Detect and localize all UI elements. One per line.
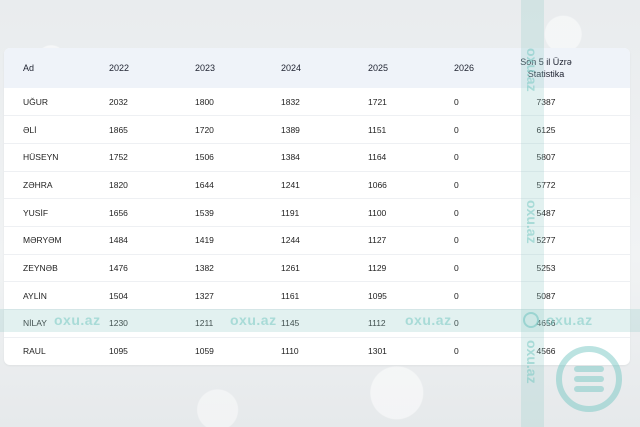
cell-name: UĞUR xyxy=(23,96,49,107)
cell-2022: 1095 xyxy=(109,346,128,357)
watermark-text: oxu.az xyxy=(230,312,277,328)
cell-2022: 1476 xyxy=(109,262,128,273)
cell-2026: 0 xyxy=(454,235,459,246)
cell-2022: 1484 xyxy=(109,235,128,246)
cell-2022: 1865 xyxy=(109,124,128,135)
cell-2023: 1539 xyxy=(195,207,214,218)
cell-2025: 1095 xyxy=(368,290,387,301)
cell-name: HÜSEYN xyxy=(23,152,59,163)
cell-2024: 1384 xyxy=(281,152,300,163)
cell-2025: 1164 xyxy=(368,152,387,163)
cell-2025: 1127 xyxy=(368,235,387,246)
cell-2022: 1504 xyxy=(109,290,128,301)
column-header-2026: 2026 xyxy=(454,63,475,73)
cell-2026: 0 xyxy=(454,207,459,218)
cell-2023: 1059 xyxy=(195,346,214,357)
cell-2026: 0 xyxy=(454,346,459,357)
column-header-name: Ad xyxy=(23,63,35,73)
cell-2025: 1151 xyxy=(368,124,387,135)
watermark-text: oxu.az xyxy=(524,340,540,384)
cell-2024: 1261 xyxy=(281,262,300,273)
cell-name: YUSİF xyxy=(23,207,49,218)
cell-2024: 1832 xyxy=(281,96,300,107)
column-header-2025: 2025 xyxy=(368,63,389,73)
cell-2022: 1820 xyxy=(109,179,128,190)
watermark-logo-icon xyxy=(556,346,622,412)
cell-name: AYLİN xyxy=(23,290,47,301)
watermark-text: oxu.az xyxy=(405,312,452,328)
cell-name: ZƏHRA xyxy=(23,179,53,190)
watermark-text: oxu.az xyxy=(54,312,101,328)
column-header-2024: 2024 xyxy=(281,63,302,73)
watermark-text: oxu.az xyxy=(546,312,593,328)
cell-2023: 1419 xyxy=(195,235,214,246)
cell-2022: 1656 xyxy=(109,207,128,218)
watermark-text: oxu.az xyxy=(524,48,540,92)
cell-2023: 1382 xyxy=(195,262,214,273)
cell-2023: 1720 xyxy=(195,124,214,135)
watermark-text: oxu.az xyxy=(524,200,540,244)
cell-2026: 0 xyxy=(454,152,459,163)
watermark-logo-icon xyxy=(523,312,539,328)
column-header-2023: 2023 xyxy=(195,63,216,73)
cell-2022: 2032 xyxy=(109,96,128,107)
cell-2023: 1327 xyxy=(195,290,214,301)
cell-2026: 0 xyxy=(454,290,459,301)
cell-2026: 0 xyxy=(454,96,459,107)
cell-2023: 1506 xyxy=(195,152,214,163)
cell-2024: 1241 xyxy=(281,179,300,190)
cell-2026: 0 xyxy=(454,124,459,135)
cell-name: MƏRYƏM xyxy=(23,235,62,246)
cell-2023: 1644 xyxy=(195,179,214,190)
column-header-2022: 2022 xyxy=(109,63,130,73)
cell-2026: 0 xyxy=(454,179,459,190)
cell-name: ZEYNƏB xyxy=(23,262,58,273)
cell-name: ƏLİ xyxy=(23,124,37,135)
cell-2026: 0 xyxy=(454,262,459,273)
cell-2025: 1129 xyxy=(368,262,387,273)
cell-2025: 1301 xyxy=(368,346,387,357)
cell-2024: 1389 xyxy=(281,124,300,135)
cell-2024: 1244 xyxy=(281,235,300,246)
cell-2024: 1110 xyxy=(281,346,299,357)
cell-2022: 1752 xyxy=(109,152,128,163)
cell-name: RAUL xyxy=(23,346,46,357)
cell-2023: 1800 xyxy=(195,96,214,107)
cell-2025: 1100 xyxy=(368,207,387,218)
cell-2025: 1066 xyxy=(368,179,387,190)
cell-2025: 1721 xyxy=(368,96,387,107)
cell-2024: 1191 xyxy=(281,207,300,218)
cell-2024: 1161 xyxy=(281,290,300,301)
